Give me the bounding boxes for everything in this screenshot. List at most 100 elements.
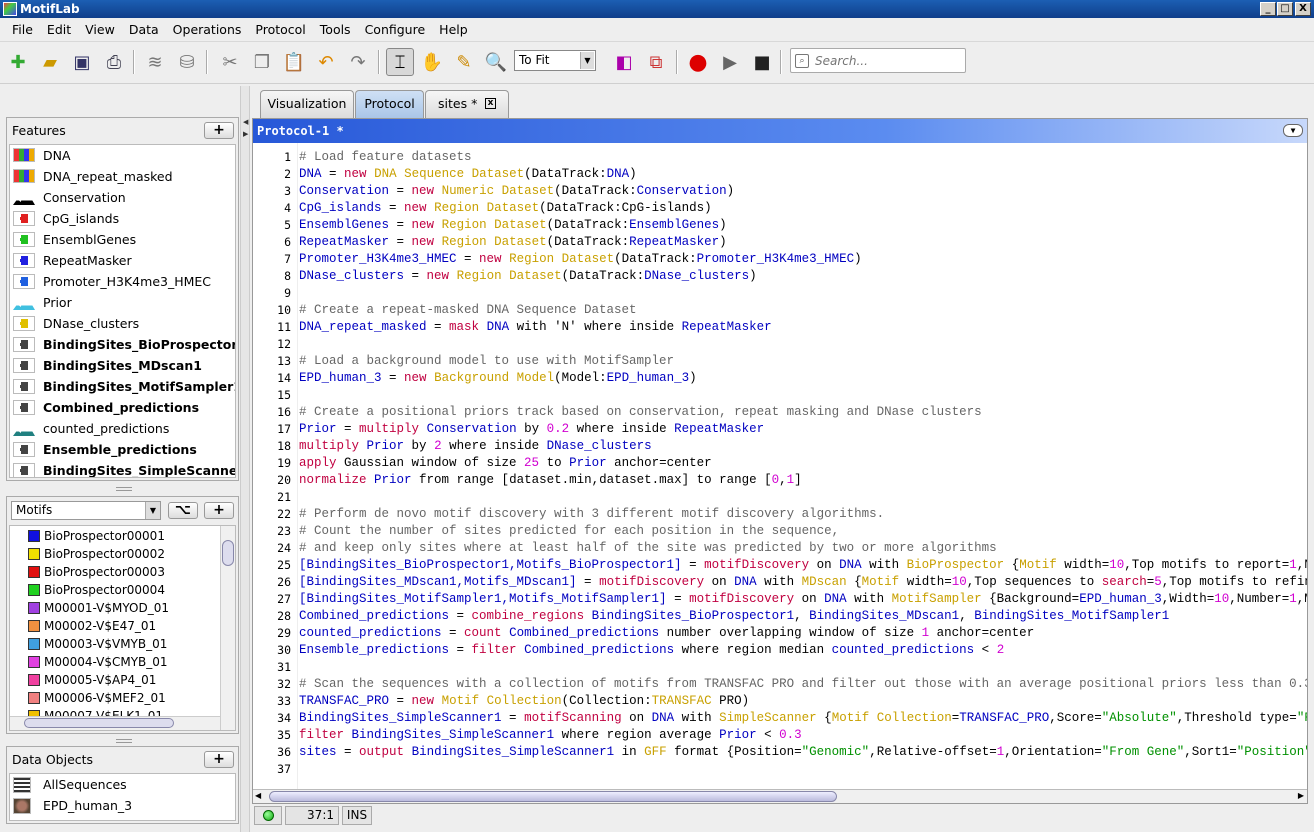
line-number: 15 <box>277 388 291 402</box>
panel-divider-handle[interactable] <box>116 487 132 491</box>
motif-tree-button[interactable]: ⌥ <box>168 502 198 519</box>
redo-icon[interactable]: ↷ <box>344 48 372 76</box>
menu-tools[interactable]: Tools <box>313 18 358 42</box>
undo-icon[interactable]: ↶ <box>312 48 340 76</box>
motif-item[interactable]: M00006-V$MEF2_01 <box>10 689 235 707</box>
data-object-item[interactable]: AllSequences <box>10 774 235 795</box>
motif-item[interactable]: BioProspector00004 <box>10 581 235 599</box>
line-number: 9 <box>284 286 291 300</box>
code-line: # Count the number of sites predicted fo… <box>299 524 840 538</box>
save-icon[interactable]: ▣ <box>68 48 96 76</box>
open-folder-icon[interactable]: ▰ <box>36 48 64 76</box>
menu-data[interactable]: Data <box>122 18 166 42</box>
add-feature-button[interactable]: + <box>204 122 234 139</box>
collapse-left-icon[interactable]: ◀ <box>243 118 248 126</box>
search-input[interactable] <box>815 52 960 69</box>
motifs-vertical-scrollbar[interactable] <box>220 526 235 730</box>
compare-icon[interactable]: ⧉ <box>642 48 670 76</box>
feature-item[interactable]: Conservation <box>10 187 235 208</box>
motif-item[interactable]: BioProspector00003 <box>10 563 235 581</box>
motif-logo-icon[interactable]: ◧ <box>610 48 638 76</box>
tab-protocol[interactable]: Protocol <box>355 90 424 118</box>
feature-item[interactable]: DNase_clusters <box>10 313 235 334</box>
feature-item[interactable]: BindingSites_SimpleScanner1 <box>10 460 236 478</box>
motif-item[interactable]: BioProspector00002 <box>10 545 235 563</box>
line-number: 11 <box>277 320 291 334</box>
copy-icon[interactable]: ❐ <box>248 48 276 76</box>
pencil-tool-icon[interactable]: ✎ <box>450 48 478 76</box>
motif-item[interactable]: M00005-V$AP4_01 <box>10 671 235 689</box>
add-data-object-button[interactable]: + <box>204 751 234 768</box>
expand-right-icon[interactable]: ▶ <box>243 130 248 138</box>
sequence-collection-icon <box>13 777 31 793</box>
minimize-button[interactable]: _ <box>1260 2 1276 16</box>
motif-name: M00004-V$CMYB_01 <box>44 655 168 669</box>
paste-icon[interactable]: 📋 <box>280 48 308 76</box>
menu-configure[interactable]: Configure <box>358 18 433 42</box>
protocol-code-area[interactable]: # Load feature datasets DNA = new DNA Seq… <box>299 143 1307 789</box>
play-icon[interactable]: ▶ <box>716 48 744 76</box>
motif-item[interactable]: BioProspector00001 <box>10 527 235 545</box>
close-window-button[interactable]: X <box>1295 2 1311 16</box>
feature-item[interactable]: Promoter_H3K4me3_HMEC <box>10 271 235 292</box>
tab-visualization[interactable]: Visualization <box>260 90 354 118</box>
menu-file[interactable]: File <box>5 18 40 42</box>
scroll-right-icon[interactable]: ▶ <box>1298 791 1304 800</box>
feature-name: BindingSites_SimpleScanner1 <box>43 463 236 478</box>
feature-item[interactable]: DNA_repeat_masked <box>10 166 235 187</box>
menu-view[interactable]: View <box>78 18 122 42</box>
sequences-icon[interactable]: ≋ <box>141 48 169 76</box>
motif-item[interactable]: M00003-V$VMYB_01 <box>10 635 235 653</box>
feature-item[interactable]: EnsemblGenes <box>10 229 235 250</box>
editor-horizontal-scrollbar[interactable]: ◀ ▶ <box>253 789 1307 803</box>
motifs-horizontal-scrollbar[interactable] <box>10 716 220 730</box>
search-box[interactable]: ⌕ <box>790 48 966 73</box>
menu-edit[interactable]: Edit <box>40 18 78 42</box>
feature-item[interactable]: RepeatMasker <box>10 250 235 271</box>
stop-icon[interactable]: ■ <box>748 48 776 76</box>
motif-name: BioProspector00003 <box>44 565 165 579</box>
cut-icon[interactable]: ✂ <box>216 48 244 76</box>
hand-tool-icon[interactable]: ✋ <box>418 48 446 76</box>
tab-sites[interactable]: sites * x <box>425 90 509 118</box>
toolbar: ✚ ▰ ▣ ⎙ ≋ ⛁ ✂ ❐ 📋 ↶ ↷ ⌶ ✋ ✎ 🔍 ◧ ⧉ ● ▶ ■ <box>0 42 1314 84</box>
feature-item[interactable]: BindingSites_MotifSampler1 <box>10 376 235 397</box>
database-icon[interactable]: ⛁ <box>173 48 201 76</box>
motifs-selector-value: Motifs <box>16 503 53 517</box>
feature-item[interactable]: CpG_islands <box>10 208 235 229</box>
motif-item[interactable]: M00002-V$E47_01 <box>10 617 235 635</box>
zoom-tool-icon[interactable]: 🔍 <box>482 48 510 76</box>
feature-item[interactable]: Prior <box>10 292 235 313</box>
motif-item[interactable]: M00004-V$CMYB_01 <box>10 653 235 671</box>
data-object-item[interactable]: EPD_human_3 <box>10 795 235 816</box>
add-motif-button[interactable]: + <box>204 502 234 519</box>
code-line: EnsemblGenes = new Region Dataset(DataTr… <box>299 218 727 232</box>
line-number: 30 <box>277 643 291 657</box>
feature-item[interactable]: BindingSites_MDscan1 <box>10 355 235 376</box>
menu-operations[interactable]: Operations <box>166 18 249 42</box>
record-icon[interactable]: ● <box>684 48 712 76</box>
menu-protocol[interactable]: Protocol <box>248 18 312 42</box>
region-icon <box>13 463 35 477</box>
panel-divider-handle[interactable] <box>116 739 132 743</box>
new-icon[interactable]: ✚ <box>4 48 32 76</box>
feature-item[interactable]: counted_predictions <box>10 418 235 439</box>
select-tool-icon[interactable]: ⌶ <box>386 48 414 76</box>
motif-item[interactable]: M00001-V$MYOD_01 <box>10 599 235 617</box>
menu-help[interactable]: Help <box>432 18 475 42</box>
chevron-down-icon[interactable]: ▼ <box>1283 124 1303 137</box>
feature-item[interactable]: BindingSites_BioProspector1 <box>10 334 235 355</box>
scroll-left-icon[interactable]: ◀ <box>255 791 261 800</box>
feature-item[interactable]: DNA <box>10 145 235 166</box>
feature-item[interactable]: Ensemble_predictions <box>10 439 235 460</box>
main-splitter[interactable]: ◀ ▶ <box>240 86 250 832</box>
code-line: # Perform de novo motif discovery with 3… <box>299 507 885 521</box>
feature-item[interactable]: Combined_predictions <box>10 397 235 418</box>
line-number: 25 <box>277 558 291 572</box>
close-tab-icon[interactable]: x <box>485 98 496 109</box>
zoom-select[interactable]: To Fit ▼ <box>514 50 596 71</box>
motifs-selector[interactable]: Motifs ▼ <box>11 501 161 520</box>
line-number: 34 <box>277 711 291 725</box>
print-icon[interactable]: ⎙ <box>100 48 128 76</box>
maximize-button[interactable]: □ <box>1277 2 1293 16</box>
